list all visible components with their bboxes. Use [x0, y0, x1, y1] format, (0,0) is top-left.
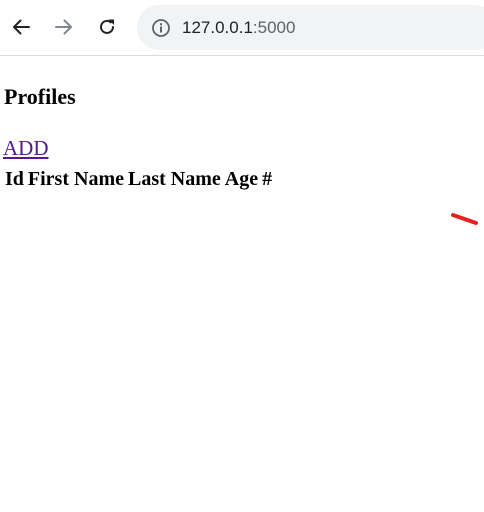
back-button[interactable] [10, 11, 32, 43]
reload-icon [100, 19, 114, 34]
arrow-right-icon [55, 19, 72, 35]
arrow-left-icon [13, 19, 30, 35]
forward-button[interactable] [53, 11, 75, 43]
url-host: 127.0.0.1 [182, 17, 253, 37]
red-annotation-mark [451, 213, 478, 225]
table-header-row: Id First Name Last Name Age # [4, 167, 273, 191]
column-header-actions: # [262, 168, 273, 190]
url-port: :5000 [252, 17, 296, 37]
column-header-age: Age [224, 168, 259, 190]
address-bar[interactable]: 127.0.0.1:5000 [137, 5, 484, 50]
column-header-id: Id [5, 168, 24, 190]
reload-button[interactable] [96, 11, 118, 43]
profiles-table: Id First Name Last Name Age # [2, 165, 275, 193]
info-icon [152, 18, 170, 37]
column-header-first-name: First Name [27, 168, 124, 190]
site-info-button[interactable] [150, 17, 172, 39]
column-header-last-name: Last Name [127, 168, 221, 190]
url-text[interactable]: 127.0.0.1:5000 [182, 18, 295, 38]
add-link[interactable]: ADD [3, 136, 49, 160]
browser-toolbar: 127.0.0.1:5000 [0, 0, 484, 56]
page-title: Profiles [4, 84, 76, 109]
page-content: Profiles ADD Id First Name Last Name Age… [0, 57, 484, 512]
